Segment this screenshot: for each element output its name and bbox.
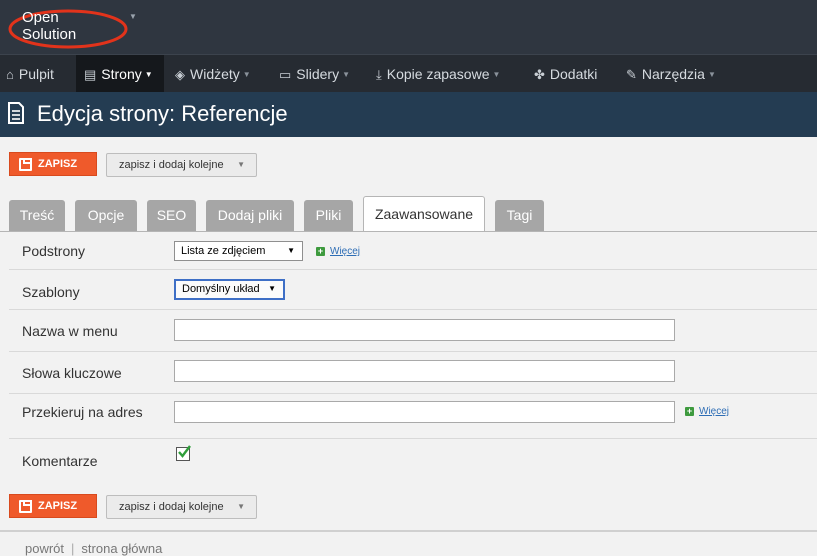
podstrony-more-link[interactable]: + Więcej: [316, 246, 360, 258]
menu-item-label: Narzędzia: [641, 66, 705, 82]
menu-item-pulpit[interactable]: ⌂ Pulpit: [6, 55, 54, 93]
podstrony-select[interactable]: Lista ze zdjęciem ▼: [174, 241, 303, 261]
chevron-down-icon: ▼: [242, 70, 251, 79]
back-link[interactable]: powrót: [25, 541, 64, 556]
home-link[interactable]: strona główna: [81, 541, 162, 556]
form-row-komentarze: Komentarze: [9, 439, 817, 481]
save-icon: [19, 500, 32, 513]
save-button-label: ZAPISZ: [38, 500, 78, 512]
logo-caret-icon[interactable]: ▼: [129, 12, 137, 21]
logo-solution-text: Solution: [22, 26, 76, 43]
save-and-add-label: zapisz i dodaj kolejne: [119, 159, 224, 171]
tab-zaawansowane[interactable]: Zaawansowane: [363, 196, 485, 232]
menu-item-label: Widżety: [190, 66, 240, 82]
dropdown-arrow-icon: ▼: [287, 246, 295, 255]
menu-item-kopie-zapasowe[interactable]: ⤓ Kopie zapasowe ▼: [376, 55, 500, 93]
save-button-label: ZAPISZ: [38, 158, 78, 170]
tab-pliki[interactable]: Pliki: [304, 200, 353, 231]
tab-tagi[interactable]: Tagi: [495, 200, 544, 231]
tab-seo[interactable]: SEO: [147, 200, 196, 231]
przekieruj-input[interactable]: [174, 401, 675, 423]
save-and-add-button-bottom[interactable]: zapisz i dodaj kolejne ▼: [106, 495, 257, 519]
menu-item-narzedzia[interactable]: ✎ Narzędzia ▼: [626, 55, 716, 93]
form-row-podstrony: Podstrony Lista ze zdjęciem ▼ + Więcej: [9, 232, 817, 270]
more-link-label: Więcej: [330, 246, 361, 257]
save-button-bottom[interactable]: ZAPISZ: [9, 494, 97, 518]
puzzle-icon: ✤: [534, 67, 545, 82]
chevron-down-icon: ▼: [144, 70, 153, 79]
szablony-label: Szablony: [22, 284, 80, 300]
tab-opcje[interactable]: Opcje: [75, 200, 137, 231]
checkmark-icon: [178, 445, 191, 458]
nazwa-w-menu-label: Nazwa w menu: [22, 323, 118, 339]
save-icon: [19, 158, 32, 171]
menu-item-label: Kopie zapasowe: [386, 66, 490, 82]
cube-icon: ◈: [175, 67, 185, 82]
podstrony-label: Podstrony: [22, 243, 86, 259]
open-solution-logo[interactable]: Open Solution: [8, 4, 130, 50]
nazwa-w-menu-input[interactable]: [174, 319, 675, 341]
form-row-szablony: Szablony Domyślny układ ▼: [9, 270, 817, 310]
menu-item-dodatki[interactable]: ✤ Dodatki: [534, 55, 597, 93]
chevron-down-icon: ▼: [492, 70, 501, 79]
form-row-nazwa-w-menu: Nazwa w menu: [9, 310, 817, 352]
szablony-value: Domyślny układ: [182, 283, 260, 295]
chevron-down-icon: ▼: [237, 502, 245, 511]
footer-divider: [0, 530, 817, 532]
save-and-add-label: zapisz i dodaj kolejne: [119, 501, 224, 513]
tab-tresc[interactable]: Treść: [9, 200, 65, 231]
save-button[interactable]: ZAPISZ: [9, 152, 97, 176]
menu-item-widzety[interactable]: ◈ Widżety ▼: [175, 55, 251, 93]
wrench-icon: ✎: [626, 67, 637, 82]
menu-item-label: Pulpit: [18, 66, 54, 82]
menu-item-label: Dodatki: [549, 66, 598, 82]
menu-item-label: Strony: [101, 66, 142, 82]
szablony-select[interactable]: Domyślny układ ▼: [174, 279, 285, 300]
przekieruj-more-link[interactable]: + Więcej: [685, 406, 729, 418]
slowa-kluczowe-input[interactable]: [174, 360, 675, 382]
home-icon: ⌂: [6, 67, 14, 82]
form-row-przekieruj: Przekieruj na adres + Więcej: [9, 394, 817, 439]
tab-dodaj-pliki[interactable]: Dodaj pliki: [206, 200, 294, 231]
chevron-down-icon: ▼: [342, 70, 351, 79]
document-icon: [8, 102, 24, 124]
menu-item-label: Slidery: [296, 66, 340, 82]
form-row-slowa-kluczowe: Słowa kluczowe: [9, 352, 817, 394]
download-icon: ⤓: [376, 67, 382, 82]
chevron-down-icon: ▼: [237, 160, 245, 169]
plus-icon: +: [685, 406, 694, 416]
menu-item-strony[interactable]: ▤ Strony ▼: [76, 55, 164, 93]
more-link-label: Więcej: [699, 406, 730, 417]
footer-links: powrót | strona główna: [25, 541, 162, 556]
plus-icon: +: [316, 246, 325, 256]
page-icon: ▤: [84, 67, 97, 82]
chevron-down-icon: ▼: [707, 70, 716, 79]
save-and-add-button[interactable]: zapisz i dodaj kolejne ▼: [106, 153, 257, 177]
footer-separator: |: [71, 541, 75, 556]
image-icon: ▭: [279, 67, 292, 82]
dropdown-arrow-icon: ▼: [268, 284, 276, 293]
page-title: Edycja strony: Referencje: [37, 101, 288, 126]
przekieruj-label: Przekieruj na adres: [22, 404, 143, 420]
podstrony-value: Lista ze zdjęciem: [181, 245, 266, 257]
tab-bar: Treść Opcje SEO Dodaj pliki Pliki Zaawan…: [0, 196, 817, 232]
top-bar: Open Solution ▼: [0, 0, 817, 54]
komentarze-label: Komentarze: [22, 453, 98, 469]
komentarze-checkbox[interactable]: [176, 445, 191, 461]
page-header: Edycja strony: Referencje: [0, 92, 817, 137]
menu-item-slidery[interactable]: ▭ Slidery ▼: [279, 55, 350, 93]
logo-open-text: Open: [22, 9, 59, 26]
main-menu: ⌂ Pulpit ▤ Strony ▼ ◈ Widżety ▼ ▭ Slidery ▼ ⤓ Ko…: [0, 54, 817, 93]
slowa-kluczowe-label: Słowa kluczowe: [22, 365, 122, 381]
